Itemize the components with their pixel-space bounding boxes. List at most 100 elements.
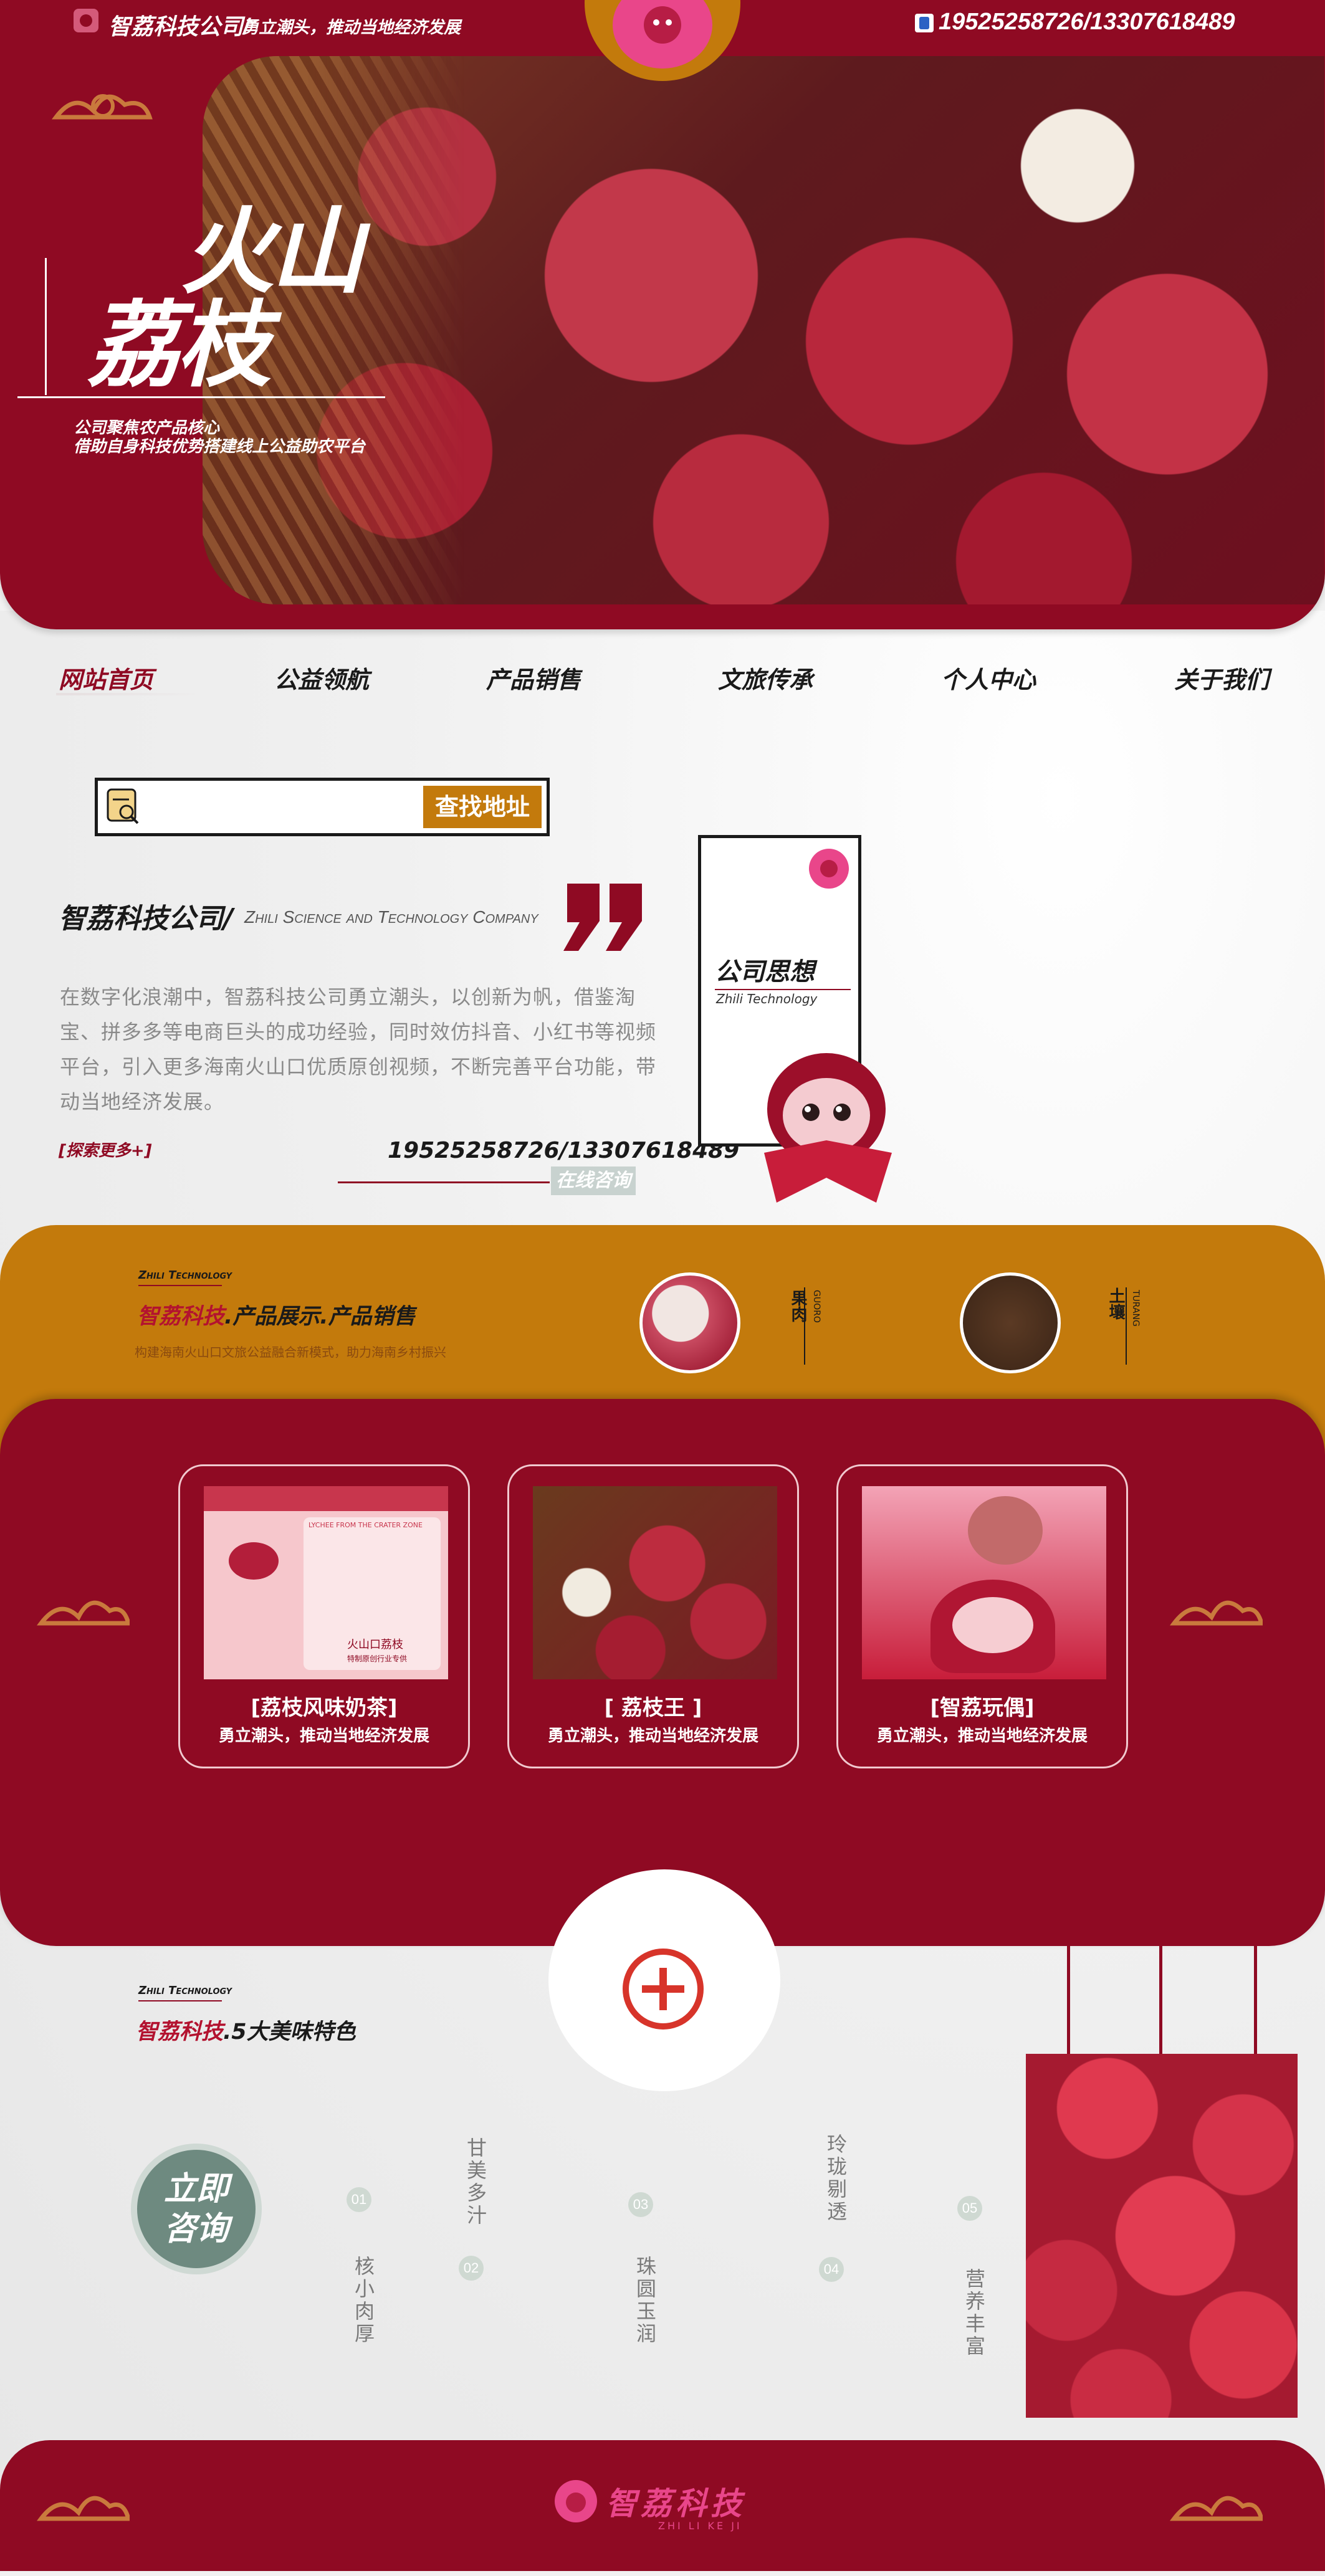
search-icon <box>107 788 139 824</box>
products-desc: 构建海南火山口文旅公益融合新模式，助力海南乡村振兴 <box>135 1345 446 1360</box>
doll-back <box>968 1496 1043 1565</box>
soil-thumb[interactable] <box>960 1272 1061 1373</box>
about-body: 在数字化浪潮中，智荔科技公司勇立潮头，以创新为帆，借鉴淘宝、拼多多等电商巨头的成… <box>60 986 657 1113</box>
hero-title-line2: 荔枝 <box>87 292 270 400</box>
consult-now-label: 立即咨询 <box>163 2170 229 2248</box>
footer-logo-icon <box>555 2480 597 2522</box>
logo-icon <box>613 0 712 69</box>
card-doll-image <box>862 1486 1106 1679</box>
nav-active-indicator <box>56 693 199 695</box>
milk-tea-arc-text: LYCHEE FROM THE CRATER ZONE <box>309 1521 423 1529</box>
thought-underline <box>715 989 851 990</box>
thought-subtitle: Zhili Technology <box>716 991 818 1006</box>
hero-title: 火山 荔枝 <box>87 198 364 400</box>
cloud-ornament-icon <box>51 94 153 120</box>
cloud-ornament-icon <box>1169 2496 1263 2521</box>
footer-brand: 智荔科技 <box>606 2486 745 2522</box>
consult-line <box>338 1181 550 1183</box>
milk-tea-label: 火山口荔枝 <box>347 1638 403 1651</box>
cloud-ornament-icon <box>1169 1600 1263 1626</box>
feature-number: 05 <box>957 2196 982 2221</box>
feature-text: 核小肉厚 <box>352 2256 375 2345</box>
cloud-ornament-icon <box>36 2496 130 2521</box>
hero-title-line1: 火山 <box>181 198 364 307</box>
search-input[interactable] <box>150 789 414 827</box>
brand-icon <box>74 9 98 32</box>
hero-subtitle-line2: 借助自身科技优势搭建线上公益助农平台 <box>74 437 366 456</box>
soil-label: 土壤 <box>1106 1287 1125 1320</box>
milk-tea-mascot <box>229 1542 279 1580</box>
nav-charity[interactable]: 公益领航 <box>274 661 369 695</box>
card-lychee-image <box>533 1486 777 1679</box>
search-button[interactable]: 查找地址 <box>423 786 542 828</box>
card-doll[interactable]: [智荔玩偶] 勇立潮头，推动当地经济发展 <box>836 1464 1128 1768</box>
products-brand-line <box>138 1285 222 1286</box>
milk-tea-band <box>204 1486 448 1511</box>
feature-text: 营养丰富 <box>963 2268 985 2358</box>
hero-subtitle: 公司聚焦农产品核心 借助自身科技优势搭建线上公益助农平台 <box>74 419 365 456</box>
pulp-divider <box>804 1287 805 1365</box>
features-title-rest: .5大美味特色 <box>223 2020 356 2044</box>
card-subtitle: 勇立潮头，推动当地经济发展 <box>218 1727 429 1745</box>
top-company-name: 智荔科技公司/ <box>108 14 250 39</box>
card-title: [智荔玩偶] <box>930 1696 1035 1720</box>
feature-number: 03 <box>628 2192 653 2217</box>
pulp-label: 果肉 <box>788 1290 807 1322</box>
feature-number: 01 <box>347 2187 371 2212</box>
card-milk-tea-image: LYCHEE FROM THE CRATER ZONE 火山口荔枝 特制原创行业… <box>204 1486 448 1679</box>
consult-now-button[interactable]: 立即咨询 <box>137 2150 256 2268</box>
features-title: 智荔科技.5大美味特色 <box>136 2014 356 2046</box>
soil-label-en: TURANG <box>1131 1290 1141 1327</box>
hero-banner: 火山 荔枝 公司聚焦农产品核心 借助自身科技优势搭建线上公益助农平台 <box>0 0 1325 629</box>
nav-products[interactable]: 产品销售 <box>486 661 581 695</box>
online-consult-button[interactable]: 在线咨询 <box>551 1166 636 1195</box>
search-bar: 查找地址 <box>95 778 550 836</box>
footer-brand-en: ZHI LI KE JI <box>658 2520 742 2532</box>
about-phone[interactable]: 19525258726/13307618489 <box>388 1138 739 1163</box>
product-cards-panel: LYCHEE FROM THE CRATER ZONE 火山口荔枝 特制原创行业… <box>0 1399 1325 1946</box>
explore-more-link[interactable]: [探索更多+] <box>59 1138 152 1161</box>
nav-home[interactable]: 网站首页 <box>59 661 153 695</box>
features-title-brand: 智荔科技 <box>136 2020 224 2044</box>
soil-divider <box>1126 1287 1127 1365</box>
card-subtitle: 勇立潮头，推动当地经济发展 <box>547 1727 758 1745</box>
nav-culture[interactable]: 文旅传承 <box>718 661 813 695</box>
products-title-brand: 智荔科技 <box>137 1304 225 1329</box>
nav-about[interactable]: 关于我们 <box>1174 661 1269 695</box>
feature-number: 02 <box>459 2256 484 2281</box>
quote-icon <box>563 884 642 951</box>
hero-lychee-photo <box>203 56 1324 604</box>
feature-number: 04 <box>819 2257 844 2282</box>
hero-subtitle-line1: 公司聚焦农产品核心 <box>74 419 220 437</box>
card-milk-tea[interactable]: LYCHEE FROM THE CRATER ZONE 火山口荔枝 特制原创行业… <box>178 1464 470 1768</box>
doll-face <box>952 1597 1033 1653</box>
nav-profile[interactable]: 个人中心 <box>941 661 1036 695</box>
feature-text: 玲珑剔透 <box>825 2134 847 2223</box>
top-slogan: 勇立潮头，推动当地经济发展 <box>242 18 461 37</box>
phone-icon <box>915 14 934 32</box>
hanger-line <box>1067 1944 1070 2054</box>
hanger-line <box>1159 1944 1162 2054</box>
feature-text: 甘美多汁 <box>464 2137 487 2227</box>
top-phone[interactable]: 19525258726/13307618489 <box>939 9 1235 36</box>
feature-text: 珠圆玉润 <box>634 2256 656 2345</box>
features-brand-line <box>138 2000 222 2001</box>
lychee-hanging-photo <box>1026 2054 1298 2418</box>
card-lychee-king[interactable]: [ 荔枝王 ] 勇立潮头，推动当地经济发展 <box>507 1464 799 1768</box>
mascot-icon <box>764 1053 892 1203</box>
pulp-label-en: GUORO <box>811 1290 821 1323</box>
about-title-en: Zhili Science and Technology Company <box>244 907 538 927</box>
hanger-line <box>1254 1944 1257 2054</box>
about-title: 智荔科技公司/ <box>59 903 234 935</box>
card-title: [荔枝风味奶茶] <box>251 1696 398 1720</box>
card-title: [ 荔枝王 ] <box>604 1696 702 1720</box>
products-title: 智荔科技.产品展示.产品销售 <box>137 1299 416 1330</box>
plus-icon[interactable] <box>621 1947 706 2031</box>
card-subtitle: 勇立潮头，推动当地经济发展 <box>876 1727 1088 1745</box>
title-sideline <box>45 258 47 395</box>
pulp-thumb[interactable] <box>639 1272 740 1373</box>
milk-tea-cup: LYCHEE FROM THE CRATER ZONE 火山口荔枝 特制原创行业… <box>304 1517 441 1670</box>
cloud-ornament-icon <box>36 1600 130 1626</box>
products-title-rest: .产品展示.产品销售 <box>224 1304 416 1329</box>
features-brand-en: Zhili Technology <box>138 1984 232 1997</box>
